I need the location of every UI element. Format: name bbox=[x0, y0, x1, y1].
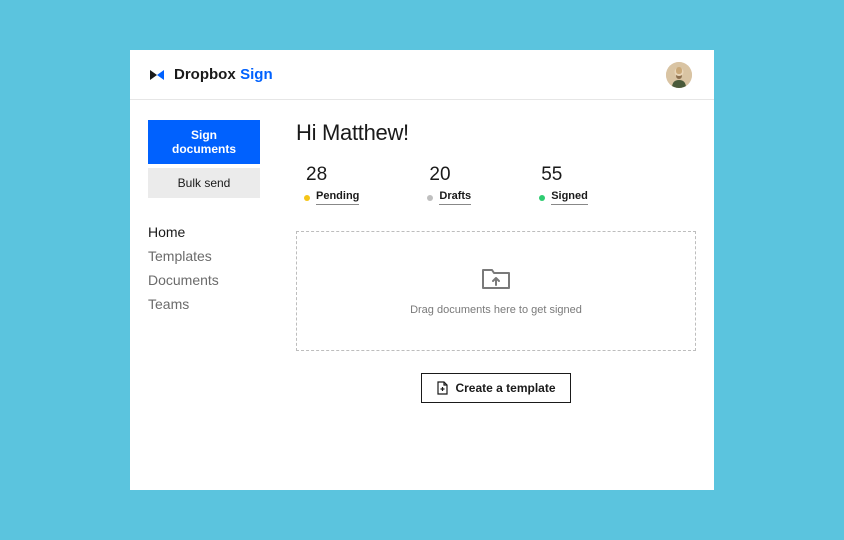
nav-item-home[interactable]: Home bbox=[148, 220, 278, 244]
sign-documents-button[interactable]: Sign documents bbox=[148, 120, 260, 164]
stat-label-row: Pending bbox=[304, 190, 359, 205]
greeting-title: Hi Matthew! bbox=[296, 120, 696, 146]
brand: Dropbox Sign bbox=[148, 66, 273, 84]
app-window: Dropbox Sign Sign documents Bulk send Ho… bbox=[130, 50, 714, 490]
stat-label: Drafts bbox=[439, 190, 471, 205]
stat-label: Pending bbox=[316, 190, 359, 205]
nav-item-documents[interactable]: Documents bbox=[148, 268, 278, 292]
brand-name: Dropbox bbox=[174, 66, 236, 83]
create-template-label: Create a template bbox=[455, 381, 555, 395]
user-avatar[interactable] bbox=[666, 62, 692, 88]
document-plus-icon bbox=[436, 381, 448, 395]
create-template-button[interactable]: Create a template bbox=[421, 373, 570, 403]
stats-row: 28 Pending 20 Drafts 55 bbox=[296, 164, 696, 205]
stat-pending[interactable]: 28 Pending bbox=[304, 164, 359, 205]
nav-item-teams[interactable]: Teams bbox=[148, 292, 278, 316]
stat-value: 28 bbox=[304, 164, 359, 186]
document-dropzone[interactable]: Drag documents here to get signed bbox=[296, 231, 696, 351]
nav-item-templates[interactable]: Templates bbox=[148, 244, 278, 268]
brand-accent: Sign bbox=[240, 66, 273, 83]
stat-label: Signed bbox=[551, 190, 588, 205]
stat-value: 20 bbox=[427, 164, 471, 186]
stat-signed[interactable]: 55 Signed bbox=[539, 164, 588, 205]
stat-drafts[interactable]: 20 Drafts bbox=[427, 164, 471, 205]
stat-label-row: Signed bbox=[539, 190, 588, 205]
template-button-wrap: Create a template bbox=[296, 373, 696, 403]
folder-upload-icon bbox=[480, 266, 512, 292]
status-dot-icon bbox=[427, 195, 433, 201]
bulk-send-button[interactable]: Bulk send bbox=[148, 168, 260, 198]
header-bar: Dropbox Sign bbox=[130, 50, 714, 100]
status-dot-icon bbox=[304, 195, 310, 201]
dropbox-sign-logo-icon bbox=[148, 66, 166, 84]
main-content: Hi Matthew! 28 Pending 20 Drafts bbox=[278, 120, 696, 470]
dropzone-text: Drag documents here to get signed bbox=[410, 304, 582, 316]
stat-value: 55 bbox=[539, 164, 588, 186]
body: Sign documents Bulk send Home Templates … bbox=[130, 100, 714, 490]
stat-label-row: Drafts bbox=[427, 190, 471, 205]
sidebar: Sign documents Bulk send Home Templates … bbox=[148, 120, 278, 470]
status-dot-icon bbox=[539, 195, 545, 201]
